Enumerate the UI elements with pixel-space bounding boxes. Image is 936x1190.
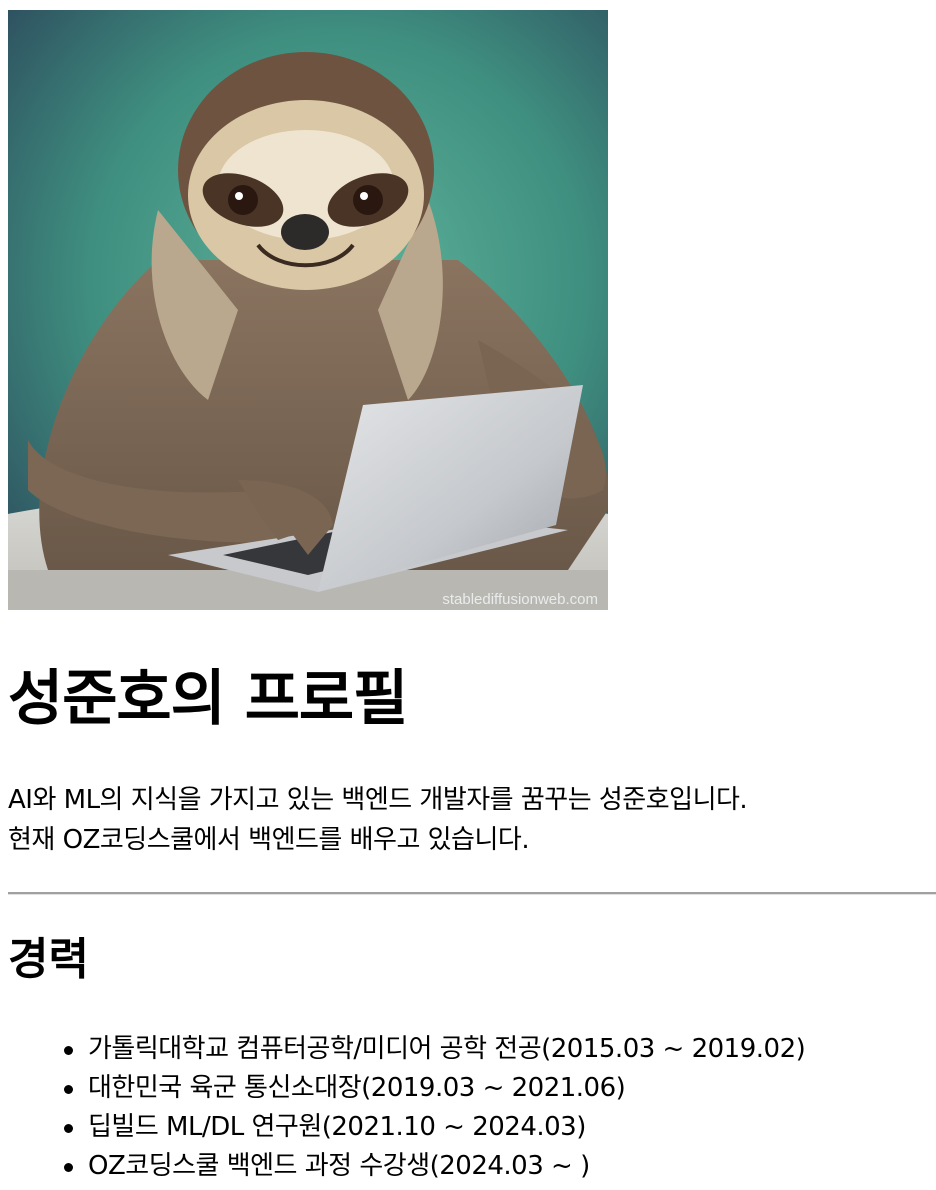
career-item: 가톨릭대학교 컴퓨터공학/미디어 공학 전공(2015.03 ~ 2019.02… <box>63 1030 806 1069</box>
section-divider <box>8 892 936 895</box>
intro-line-1: AI와 ML의 지식을 가지고 있는 백엔드 개발자를 꿈꾸는 성준호입니다. <box>8 785 748 815</box>
career-item: OZ코딩스쿨 백엔드 과정 수강생(2024.03 ~ ) <box>63 1147 805 1186</box>
career-heading: 경력 <box>8 934 89 985</box>
career-list: 가톨릭대학교 컴퓨터공학/미디어 공학 전공(2015.03 ~ 2019.02… <box>48 1030 806 1186</box>
profile-image: stablediffusionweb.com <box>8 10 608 610</box>
watermark-text: stablediffusionweb.com <box>442 591 598 608</box>
intro-line-2: 현재 OZ코딩스쿨에서 백엔드를 배우고 있습니다. <box>8 825 530 855</box>
career-item: 대한민국 육군 통신소대장(2019.03 ~ 2021.06) <box>63 1069 805 1108</box>
career-item: 딥빌드 ML/DL 연구원(2021.10 ~ 2024.03) <box>63 1108 805 1147</box>
intro-text: AI와 ML의 지식을 가지고 있는 백엔드 개발자를 꿈꾸는 성준호입니다. … <box>8 780 748 860</box>
page-title: 성준호의 프로필 <box>8 664 408 734</box>
sloth-illustration: stablediffusionweb.com <box>8 10 608 610</box>
